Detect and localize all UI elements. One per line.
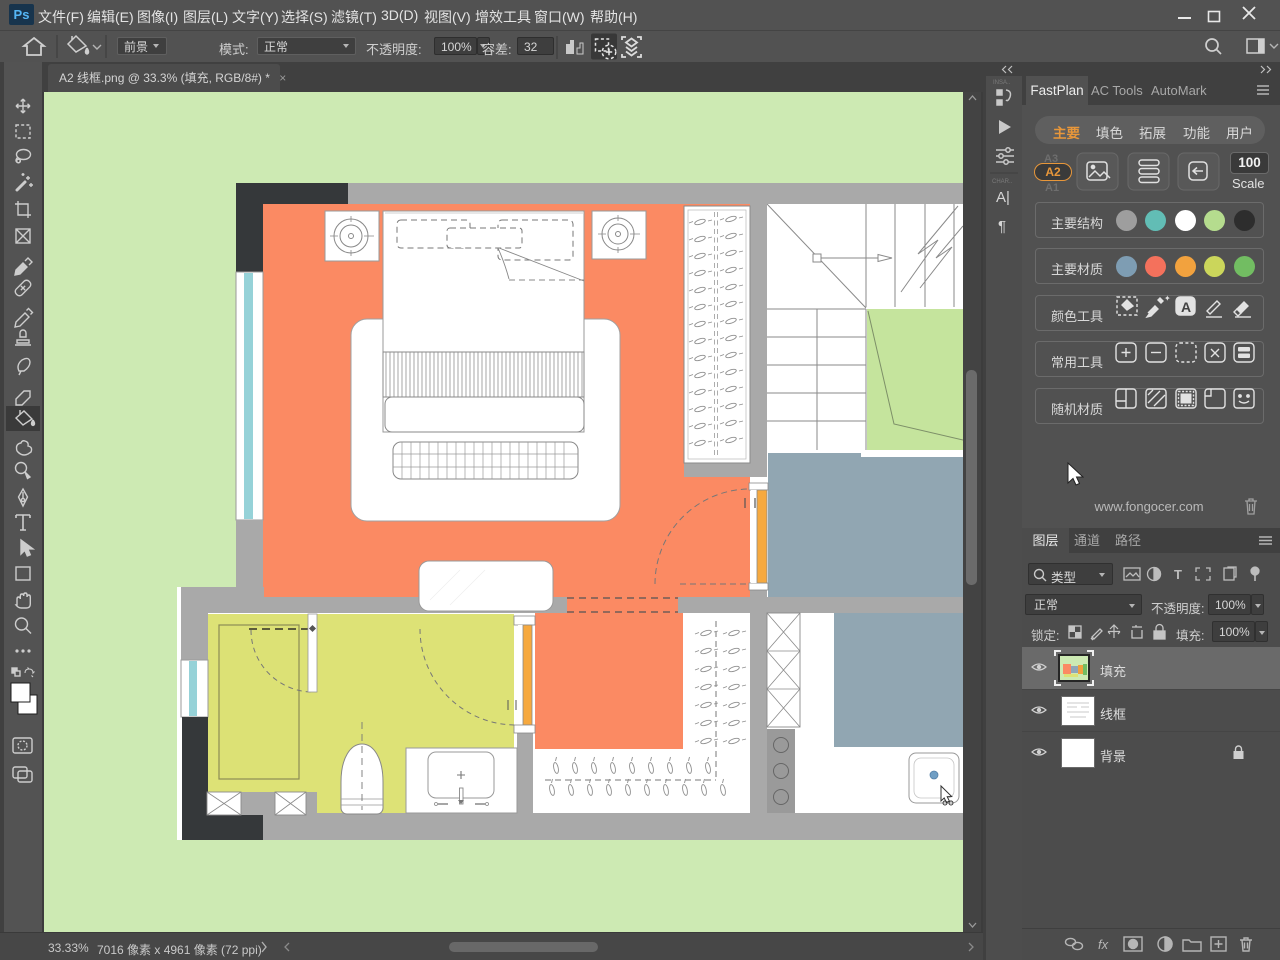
svg-text:A|: A|	[996, 189, 1010, 206]
svg-text:CHAR..: CHAR..	[992, 179, 1013, 185]
svg-text:✦: ✦	[1164, 294, 1171, 303]
svg-text:fx: fx	[1098, 937, 1109, 952]
svg-text:T: T	[1174, 567, 1182, 582]
svg-text:¶: ¶	[998, 218, 1006, 235]
svg-text:A: A	[1181, 299, 1191, 315]
svg-text:INSA..: INSA..	[993, 80, 1011, 86]
